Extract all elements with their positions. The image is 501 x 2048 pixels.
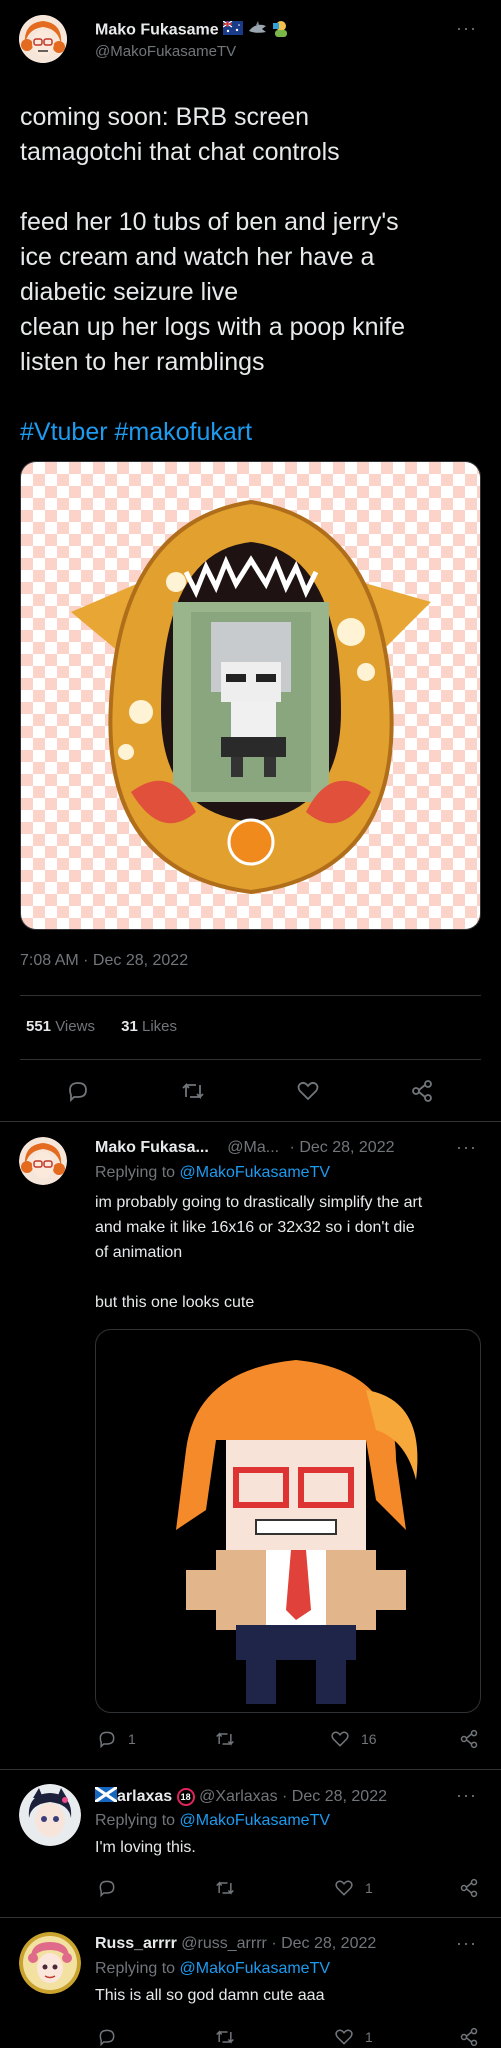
replying-prefix: Replying to <box>95 1960 176 1977</box>
replying-prefix: Replying to <box>95 1164 176 1181</box>
text-line: tamagotchi that chat controls <box>20 138 340 166</box>
hashtag-link[interactable]: #Vtuber <box>20 418 108 446</box>
person-emoji-icon <box>272 19 290 42</box>
retweet-icon[interactable] <box>214 1729 236 1749</box>
text-line <box>95 1265 485 1290</box>
divider <box>0 1121 501 1122</box>
share-icon[interactable] <box>410 1079 434 1103</box>
hashtag-link[interactable]: #makofukart <box>115 418 253 446</box>
reply-header: Mako Fukasa... @Ma... · Dec 28, 2022 <box>95 1139 395 1157</box>
mention-link[interactable]: @MakoFukasameTV <box>180 1960 331 1977</box>
like-count: 16 <box>361 1731 377 1747</box>
more-options-icon[interactable]: ··· <box>456 18 477 39</box>
more-options-icon[interactable]: ··· <box>456 1137 477 1158</box>
divider <box>20 995 481 996</box>
reply-image[interactable] <box>95 1329 481 1713</box>
likes-label[interactable]: Likes <box>142 1018 177 1035</box>
tweet-text: coming soon: BRB screen tamagotchi that … <box>20 100 490 450</box>
author-handle[interactable]: @Xarlaxas <box>199 1788 278 1805</box>
reply-icon[interactable] <box>66 1079 90 1103</box>
divider <box>20 1059 481 1060</box>
like-count: 1 <box>365 2029 373 2045</box>
views-label: Views <box>55 1018 95 1035</box>
views-count: 551 <box>26 1018 52 1035</box>
replying-to: Replying to @MakoFukasameTV <box>95 1812 330 1830</box>
author-handle[interactable]: @MakoFukasameTV <box>95 43 236 60</box>
replying-to: Replying to @MakoFukasameTV <box>95 1164 330 1182</box>
mention-link[interactable]: @MakoFukasameTV <box>180 1812 331 1829</box>
text-line: diabetic seizure live <box>20 278 239 306</box>
like-icon[interactable] <box>334 2027 354 2047</box>
retweet-icon[interactable] <box>214 1878 236 1898</box>
text-line: and make it like 16x16 or 32x32 so i don… <box>95 1219 415 1236</box>
reply-text: im probably going to drastically simplif… <box>95 1190 485 1315</box>
reply-icon[interactable] <box>97 1729 117 1749</box>
tweet-stats: 551 Views 31 Likes <box>26 1018 177 1035</box>
retweet-icon[interactable] <box>214 2027 236 2047</box>
text-line: feed her 10 tubs of ben and jerry's <box>20 208 399 236</box>
age-18-badge-icon: 18 <box>176 1788 195 1806</box>
avatar[interactable] <box>19 1137 67 1185</box>
divider <box>0 1917 501 1918</box>
share-icon[interactable] <box>459 1878 479 1898</box>
divider <box>0 1769 501 1770</box>
replying-to: Replying to @MakoFukasameTV <box>95 1960 330 1978</box>
australia-flag-icon <box>222 20 244 40</box>
author-name[interactable]: Russ_arrrr <box>95 1935 177 1952</box>
tweet-timestamp[interactable]: 7:08 AM · Dec 28, 2022 <box>20 952 188 970</box>
mention-link[interactable]: @MakoFukasameTV <box>180 1164 331 1181</box>
text-line: but this one looks cute <box>95 1294 255 1311</box>
scotland-flag-icon <box>94 1785 118 1807</box>
like-count: 1 <box>365 1880 373 1896</box>
shark-icon <box>248 20 268 41</box>
reply-date[interactable]: · Dec 28, 2022 <box>290 1139 395 1156</box>
text-line: im probably going to drastically simplif… <box>95 1194 423 1211</box>
like-icon[interactable] <box>296 1079 320 1103</box>
share-icon[interactable] <box>459 1729 479 1749</box>
badge-number: 18 <box>180 1792 191 1802</box>
replying-prefix: Replying to <box>95 1812 176 1829</box>
reply-icon[interactable] <box>97 2027 117 2047</box>
avatar[interactable] <box>19 15 67 63</box>
text-line: listen to her ramblings <box>20 348 265 376</box>
reply-text: I'm loving this. <box>95 1839 196 1856</box>
like-icon[interactable] <box>330 1729 350 1749</box>
author-handle[interactable]: @russ_arrrr <box>181 1935 267 1952</box>
share-icon[interactable] <box>459 2027 479 2047</box>
avatar[interactable] <box>19 1932 81 1994</box>
reply-header: Russ_arrrr @russ_arrrr · Dec 28, 2022 <box>95 1935 376 1953</box>
author-handle[interactable]: @Ma... <box>227 1139 279 1156</box>
text-line: clean up her logs with a poop knife <box>20 313 405 341</box>
more-options-icon[interactable]: ··· <box>456 1785 477 1806</box>
like-icon[interactable] <box>334 1878 354 1898</box>
author-name[interactable]: Mako Fukasa... <box>95 1139 209 1156</box>
author-name[interactable]: arlaxas <box>117 1788 172 1805</box>
text-line <box>20 170 490 205</box>
reply-date[interactable]: · Dec 28, 2022 <box>271 1935 376 1952</box>
more-options-icon[interactable]: ··· <box>456 1933 477 1954</box>
author-line: Mako Fukasame <box>95 19 290 42</box>
tweet-image[interactable] <box>20 461 481 930</box>
author-name[interactable]: Mako Fukasame <box>95 22 219 39</box>
text-line: coming soon: BRB screen <box>20 103 310 131</box>
reply-icon[interactable] <box>97 1878 117 1898</box>
text-line: of animation <box>95 1244 183 1261</box>
reply-text: This is all so god damn cute aaa <box>95 1987 325 2004</box>
text-line: ice cream and watch her have a <box>20 243 375 271</box>
avatar[interactable] <box>19 1784 81 1846</box>
retweet-icon[interactable] <box>180 1079 206 1103</box>
likes-count[interactable]: 31 <box>121 1018 138 1035</box>
reply-count: 1 <box>128 1731 136 1747</box>
reply-date[interactable]: · Dec 28, 2022 <box>282 1788 387 1805</box>
reply-header: arlaxas 18 @Xarlaxas · Dec 28, 2022 <box>94 1785 387 1807</box>
